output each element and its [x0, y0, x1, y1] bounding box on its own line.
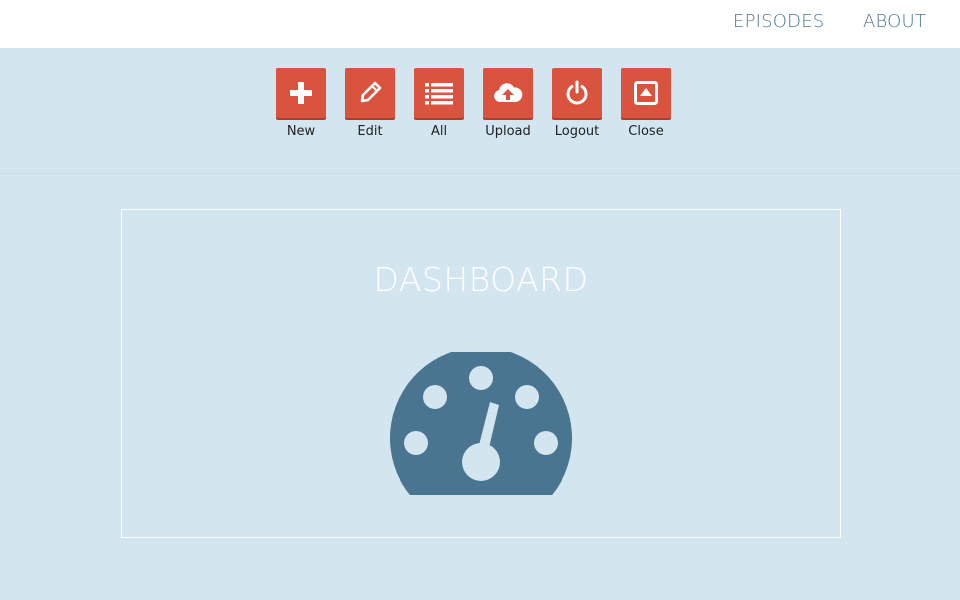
new-button-tile[interactable] — [276, 68, 326, 118]
upload-button[interactable]: Upload — [478, 68, 538, 139]
close-button[interactable]: Close — [616, 68, 676, 139]
top-navbar: EPISODES ABOUT — [0, 0, 960, 48]
edit-button-tile[interactable] — [345, 68, 395, 118]
upload-button-tile[interactable] — [483, 68, 533, 118]
list-icon — [424, 81, 454, 105]
cloud-upload-icon — [492, 80, 524, 106]
edit-button-label: Edit — [357, 124, 383, 139]
dashboard-gauge-icon — [390, 347, 572, 495]
close-box-icon — [633, 80, 659, 106]
dashboard-panel: DASHBOARD — [121, 209, 841, 538]
new-button[interactable]: New — [271, 68, 331, 139]
page-title: DASHBOARD — [373, 260, 589, 299]
nav-link-about[interactable]: ABOUT — [863, 11, 926, 32]
pencil-icon — [357, 80, 383, 106]
action-toolbar: New Edit All Upload Logout Close — [0, 48, 960, 174]
all-button[interactable]: All — [409, 68, 469, 139]
logout-button-label: Logout — [554, 124, 600, 139]
plus-icon — [289, 81, 313, 105]
new-button-label: New — [286, 124, 316, 139]
power-icon — [564, 80, 590, 106]
logout-button-tile[interactable] — [552, 68, 602, 118]
nav-link-episodes[interactable]: EPISODES — [733, 11, 824, 32]
close-button-tile[interactable] — [621, 68, 671, 118]
all-button-label: All — [430, 124, 448, 139]
close-button-label: Close — [628, 124, 664, 139]
edit-button[interactable]: Edit — [340, 68, 400, 139]
logout-button[interactable]: Logout — [547, 68, 607, 139]
upload-button-label: Upload — [485, 124, 531, 139]
all-button-tile[interactable] — [414, 68, 464, 118]
